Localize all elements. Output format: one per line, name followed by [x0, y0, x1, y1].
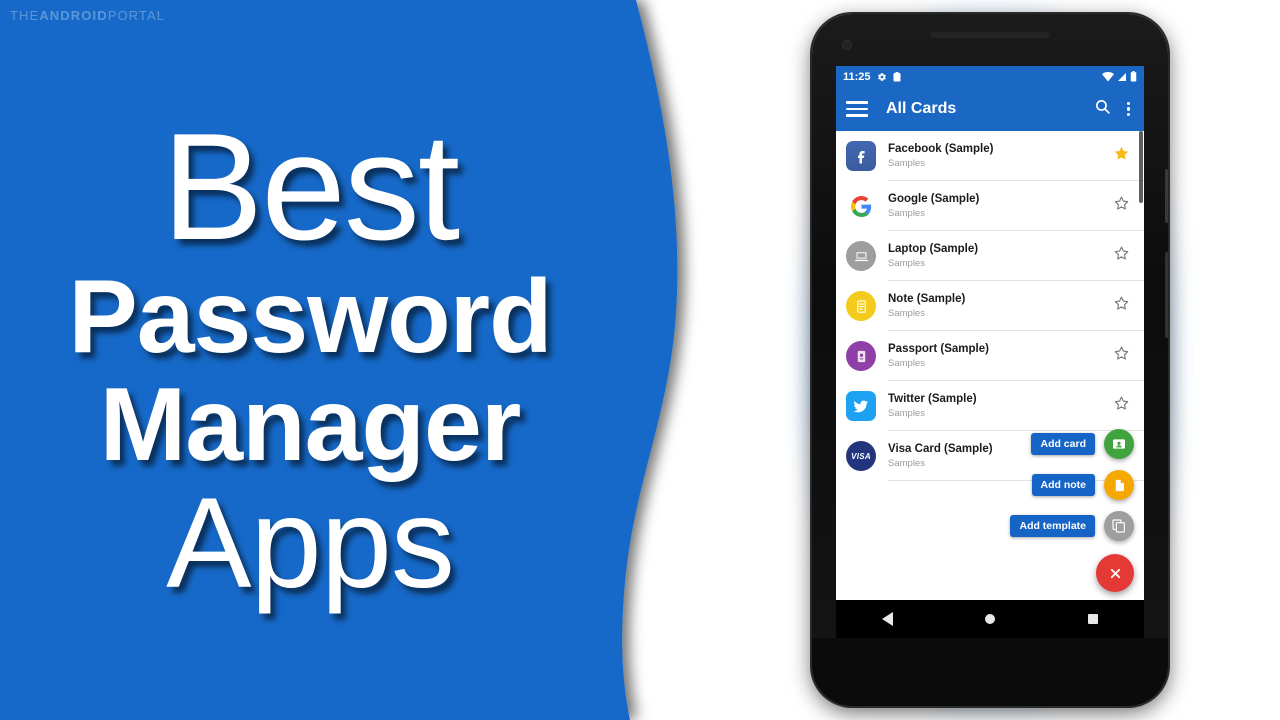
list-item-title: Google (Sample) — [888, 192, 980, 205]
list-item-subtitle: Samples — [888, 308, 925, 320]
list-item-title: Passport (Sample) — [888, 342, 989, 355]
star-icon-outline[interactable] — [1113, 245, 1134, 267]
poster-canvas: THEANDROIDPORTAL Best Password Manager A… — [0, 0, 1280, 720]
star-icon-outline[interactable] — [1113, 295, 1134, 317]
phone-chin — [812, 638, 1168, 706]
list-item-title: Note (Sample) — [888, 292, 966, 305]
power-button[interactable] — [1165, 169, 1168, 223]
battery-icon — [1130, 71, 1137, 82]
search-icon[interactable] — [1094, 98, 1111, 120]
phone-mockup: 11:25 All Cards Facebook (Sample) Sample… — [812, 14, 1168, 706]
list-item[interactable]: Note (Sample) Samples — [836, 281, 1144, 331]
gear-icon — [877, 72, 887, 82]
wifi-icon — [1102, 71, 1114, 82]
list-item-subtitle: Samples — [888, 358, 925, 370]
list-item-subtitle: Samples — [888, 408, 925, 420]
earpiece-speaker — [930, 32, 1050, 38]
star-icon-outline[interactable] — [1113, 345, 1134, 367]
add-card-label: Add card — [1031, 433, 1095, 455]
star-icon-outline[interactable] — [1113, 195, 1134, 217]
visa-icon: VISA — [846, 441, 876, 471]
android-nav-bar — [836, 600, 1144, 638]
facebook-icon — [846, 141, 876, 171]
recents-icon[interactable] — [1087, 614, 1098, 624]
note-page-icon[interactable] — [1104, 470, 1134, 500]
close-icon — [1110, 568, 1120, 578]
hamburger-icon[interactable] — [846, 101, 868, 117]
headline-line-4: Apps — [166, 472, 455, 616]
status-time: 11:25 — [843, 70, 871, 83]
more-vert-icon[interactable] — [1126, 101, 1130, 117]
add-note-label: Add note — [1031, 474, 1095, 496]
list-item-subtitle: Samples — [888, 258, 925, 270]
list-item[interactable]: Twitter (Sample) Samples — [836, 381, 1144, 431]
headline-line-2: Password — [68, 258, 552, 375]
add-template-action[interactable]: Add template — [1010, 511, 1134, 541]
close-fab-button[interactable] — [1096, 554, 1134, 592]
page-title: Best Password Manager Apps — [0, 0, 620, 720]
list-item-subtitle: Samples — [888, 208, 925, 220]
add-note-action[interactable]: Add note — [1031, 470, 1134, 500]
status-bar: 11:25 — [836, 66, 1144, 87]
star-icon-outline[interactable] — [1113, 395, 1134, 417]
list-item-subtitle: Samples — [888, 158, 925, 170]
note-icon — [846, 291, 876, 321]
cards-list[interactable]: Facebook (Sample) Samples Google (Sample… — [836, 131, 1144, 600]
add-card-action[interactable]: Add card — [1031, 429, 1134, 459]
list-item[interactable]: Passport (Sample) Samples — [836, 331, 1144, 381]
headline-line-3: Manager — [99, 367, 522, 484]
fab-speed-dial: Add card Add note Add template — [1010, 429, 1134, 592]
app-bar-title: All Cards — [886, 100, 957, 117]
list-item-title: Facebook (Sample) — [888, 142, 994, 155]
copy-template-icon[interactable] — [1104, 511, 1134, 541]
phone-screen: 11:25 All Cards Facebook (Sample) Sample… — [836, 66, 1144, 638]
star-icon-filled[interactable] — [1113, 145, 1134, 167]
twitter-icon — [846, 391, 876, 421]
clipboard-icon — [893, 71, 901, 82]
list-item-title: Twitter (Sample) — [888, 392, 977, 405]
front-camera — [842, 40, 852, 50]
scrollbar-thumb[interactable] — [1139, 131, 1143, 203]
list-item[interactable]: Google (Sample) Samples — [836, 181, 1144, 231]
list-item-title: Laptop (Sample) — [888, 242, 979, 255]
laptop-icon — [846, 241, 876, 271]
list-item[interactable]: Laptop (Sample) Samples — [836, 231, 1144, 281]
contact-card-icon[interactable] — [1104, 429, 1134, 459]
home-icon[interactable] — [985, 614, 996, 624]
app-bar: All Cards — [836, 87, 1144, 131]
list-item[interactable]: Facebook (Sample) Samples — [836, 131, 1144, 181]
list-item-title: Visa Card (Sample) — [888, 442, 993, 455]
passport-icon — [846, 341, 876, 371]
signal-icon — [1117, 72, 1127, 82]
add-template-label: Add template — [1010, 515, 1095, 537]
list-item-subtitle: Samples — [888, 458, 925, 470]
volume-button[interactable] — [1165, 252, 1168, 338]
back-icon[interactable] — [882, 612, 894, 626]
headline-line-1: Best — [161, 102, 460, 273]
google-icon — [846, 191, 876, 221]
